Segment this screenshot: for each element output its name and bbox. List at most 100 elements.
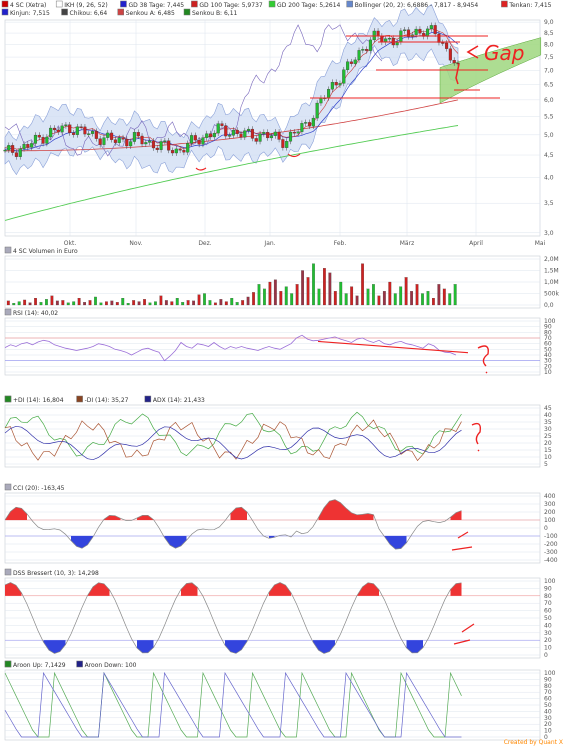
volume-bar <box>94 296 97 306</box>
plus-di-line <box>4 411 462 457</box>
panel-title: DSS Bressert (10, 3): 14,298 <box>13 570 99 577</box>
y-tick-label: 2,0M <box>544 256 559 263</box>
legend-label: ADX (14): 21,433 <box>153 397 205 404</box>
candle-body <box>254 138 258 142</box>
gap-annotation: Gap <box>484 41 524 65</box>
candle-body <box>414 28 418 35</box>
candle-body <box>30 143 34 148</box>
volume-bar <box>252 292 255 306</box>
candle-body <box>376 30 380 37</box>
volume-bar <box>361 263 364 306</box>
y-tick-label: 4,0 <box>544 175 554 182</box>
y-tick-label: 8,5 <box>544 30 554 37</box>
volume-bar <box>442 288 446 306</box>
candle-body <box>132 132 136 142</box>
y-tick-label: 40 <box>544 412 552 419</box>
candle-body <box>456 62 460 65</box>
cci-overbought-fill <box>142 515 148 520</box>
cci-oversold-fill <box>395 536 401 550</box>
candle-body <box>380 35 384 43</box>
volume-bar <box>17 301 21 306</box>
volume-bar <box>181 302 185 306</box>
candle-body <box>243 130 247 138</box>
dss-overbought-fill <box>368 582 374 596</box>
volume-bar <box>132 300 136 306</box>
candle-body <box>349 61 353 64</box>
legend-label: Kinjun: 7,515 <box>10 10 50 17</box>
candle-body <box>452 60 456 64</box>
rsi-question-mark <box>477 345 489 374</box>
volume-bar <box>34 298 37 306</box>
volume-bar <box>437 284 441 306</box>
dss-overbought-fill <box>98 582 104 596</box>
candle-body <box>144 142 148 145</box>
candle-body <box>304 122 308 124</box>
volume-bar <box>312 263 315 306</box>
candle-body <box>155 147 159 150</box>
candle-body <box>87 133 91 135</box>
cci-overbought-fill <box>335 499 341 520</box>
volume-bar <box>230 298 234 306</box>
volume-bar <box>154 301 157 306</box>
volume-bar <box>333 291 337 306</box>
dss-oversold-fill <box>230 640 236 654</box>
volume-bar <box>306 277 310 306</box>
dss-oversold-fill <box>142 640 148 653</box>
candle-body <box>296 131 300 134</box>
volume-bar <box>268 281 272 306</box>
candle-body <box>148 140 152 143</box>
legend-label: Aroon Down: 100 <box>85 662 137 669</box>
candle-body <box>209 133 213 138</box>
candle-body <box>201 137 205 145</box>
volume-bar <box>143 299 146 306</box>
cci-markup <box>451 531 473 551</box>
volume-bar <box>241 300 245 306</box>
dss-markup <box>453 623 475 645</box>
y-tick-label: 90 <box>544 585 552 592</box>
volume-bar <box>355 295 359 306</box>
candle-body <box>98 138 102 145</box>
y-tick-label: 10 <box>544 369 552 376</box>
candle-body <box>258 133 262 142</box>
y-tick-label: 50 <box>544 615 552 622</box>
y-tick-label: 100 <box>544 517 556 524</box>
panel-title: 4 SC Volumen in Euro <box>13 248 78 255</box>
volume-bar <box>432 298 435 306</box>
panel-swatch <box>4 308 12 316</box>
volume-bar <box>55 300 59 306</box>
candle-body <box>91 131 95 134</box>
legend-label: IKH (9, 26, 52) <box>64 2 108 9</box>
candle-body <box>224 125 228 137</box>
candle-body <box>106 132 110 138</box>
candle-body <box>235 129 239 134</box>
volume-bar <box>219 299 223 306</box>
volume-bar <box>317 288 321 306</box>
candle-body <box>7 145 11 151</box>
bollinger-band <box>4 3 459 176</box>
candle-body <box>151 140 156 149</box>
candle-body <box>3 149 7 152</box>
y-tick-label: 3,5 <box>544 200 554 207</box>
panel-title: CCI (20): -163,45 <box>13 485 65 492</box>
y-tick-label: 30 <box>544 426 552 433</box>
y-tick-label: 7,5 <box>544 54 554 61</box>
dss-overbought-fill <box>450 583 456 596</box>
legend-swatch <box>76 660 83 668</box>
y-tick-label: -300 <box>544 549 558 556</box>
volume-bar <box>421 293 424 306</box>
candle-body <box>26 144 30 148</box>
y-tick-label: 500k <box>544 291 559 298</box>
candle-body <box>129 141 133 147</box>
volume-bar <box>61 300 65 306</box>
volume-bar <box>257 284 261 306</box>
candle-body <box>403 29 407 31</box>
volume-bar <box>273 279 277 306</box>
volume-bar <box>175 298 179 306</box>
candle-body <box>18 148 22 157</box>
volume-bar <box>66 302 70 306</box>
y-tick-label: 0,0 <box>544 302 554 309</box>
candle-body <box>68 124 72 133</box>
candle-body <box>216 123 220 134</box>
y-tick-label: 30 <box>544 630 552 637</box>
volume-bar <box>99 302 103 306</box>
